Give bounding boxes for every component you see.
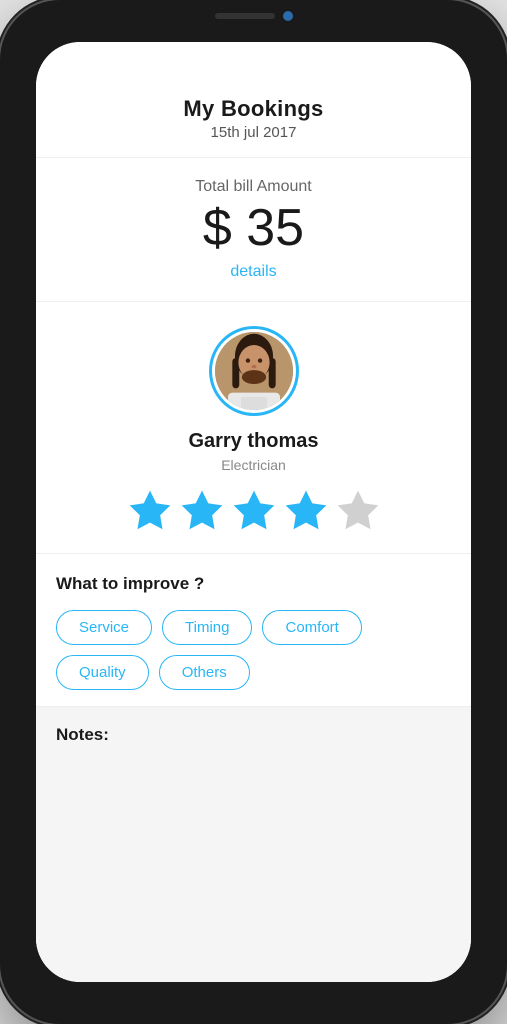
star-1[interactable] bbox=[128, 489, 172, 533]
camera bbox=[283, 11, 293, 21]
provider-name: Garry thomas bbox=[56, 430, 451, 453]
tags-row: Service Timing Comfort Quality Others bbox=[56, 610, 451, 690]
tag-quality[interactable]: Quality bbox=[56, 655, 149, 690]
speaker bbox=[215, 13, 275, 19]
tag-others[interactable]: Others bbox=[159, 655, 250, 690]
booking-date: 15th jul 2017 bbox=[56, 124, 451, 141]
status-bar bbox=[36, 42, 471, 86]
tag-service[interactable]: Service bbox=[56, 610, 152, 645]
phone-frame: My Bookings 15th jul 2017 Total bill Amo… bbox=[0, 0, 507, 1024]
tag-comfort[interactable]: Comfort bbox=[262, 610, 361, 645]
screen: My Bookings 15th jul 2017 Total bill Amo… bbox=[36, 42, 471, 982]
bill-amount: $ 35 bbox=[56, 200, 451, 257]
star-2[interactable] bbox=[180, 489, 224, 533]
notes-section: Notes: bbox=[36, 707, 471, 942]
star-4[interactable] bbox=[284, 489, 328, 533]
notes-input[interactable] bbox=[56, 755, 451, 825]
rating-stars bbox=[56, 489, 451, 533]
notch bbox=[164, 0, 344, 32]
avatar bbox=[209, 326, 299, 416]
improve-title: What to improve ? bbox=[56, 574, 451, 594]
bottom-area bbox=[36, 942, 471, 982]
avatar-image bbox=[215, 332, 293, 410]
star-3[interactable] bbox=[232, 489, 276, 533]
page-title: My Bookings bbox=[56, 96, 451, 122]
details-link[interactable]: details bbox=[56, 263, 451, 281]
star-5[interactable] bbox=[336, 489, 380, 533]
improve-section: What to improve ? Service Timing Comfort… bbox=[36, 554, 471, 707]
provider-section: Garry thomas Electrician bbox=[36, 302, 471, 554]
notes-label: Notes: bbox=[56, 725, 451, 745]
bill-label: Total bill Amount bbox=[56, 178, 451, 196]
header: My Bookings 15th jul 2017 bbox=[36, 86, 471, 158]
bill-section: Total bill Amount $ 35 details bbox=[36, 158, 471, 302]
tag-timing[interactable]: Timing bbox=[162, 610, 252, 645]
provider-role: Electrician bbox=[56, 457, 451, 473]
main-content: My Bookings 15th jul 2017 Total bill Amo… bbox=[36, 86, 471, 982]
